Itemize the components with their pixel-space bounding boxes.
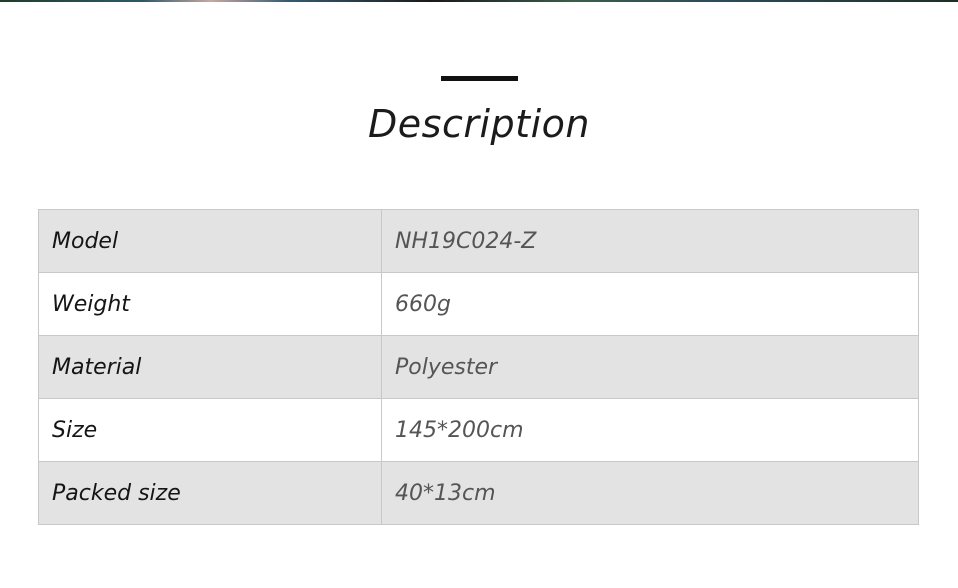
spec-value: Polyester [381, 335, 919, 399]
spec-label: Size [38, 398, 382, 462]
spec-label: Weight [38, 272, 382, 336]
spec-value: NH19C024-Z [381, 209, 919, 273]
spec-label: Material [38, 335, 382, 399]
spec-table: Model NH19C024-Z Weight 660g Material Po… [38, 209, 919, 525]
spec-row-size: Size 145*200cm [38, 398, 919, 462]
spec-value: 145*200cm [381, 398, 919, 462]
spec-row-material: Material Polyester [38, 335, 919, 399]
spec-label: Packed size [38, 461, 382, 525]
title-accent-bar [441, 76, 518, 81]
spec-row-model: Model NH19C024-Z [38, 209, 919, 273]
top-image-edge [0, 0, 958, 2]
spec-row-weight: Weight 660g [38, 272, 919, 336]
spec-label: Model [38, 209, 382, 273]
section-title: Description [368, 102, 590, 146]
spec-value: 660g [381, 272, 919, 336]
spec-row-packed-size: Packed size 40*13cm [38, 461, 919, 525]
spec-value: 40*13cm [381, 461, 919, 525]
